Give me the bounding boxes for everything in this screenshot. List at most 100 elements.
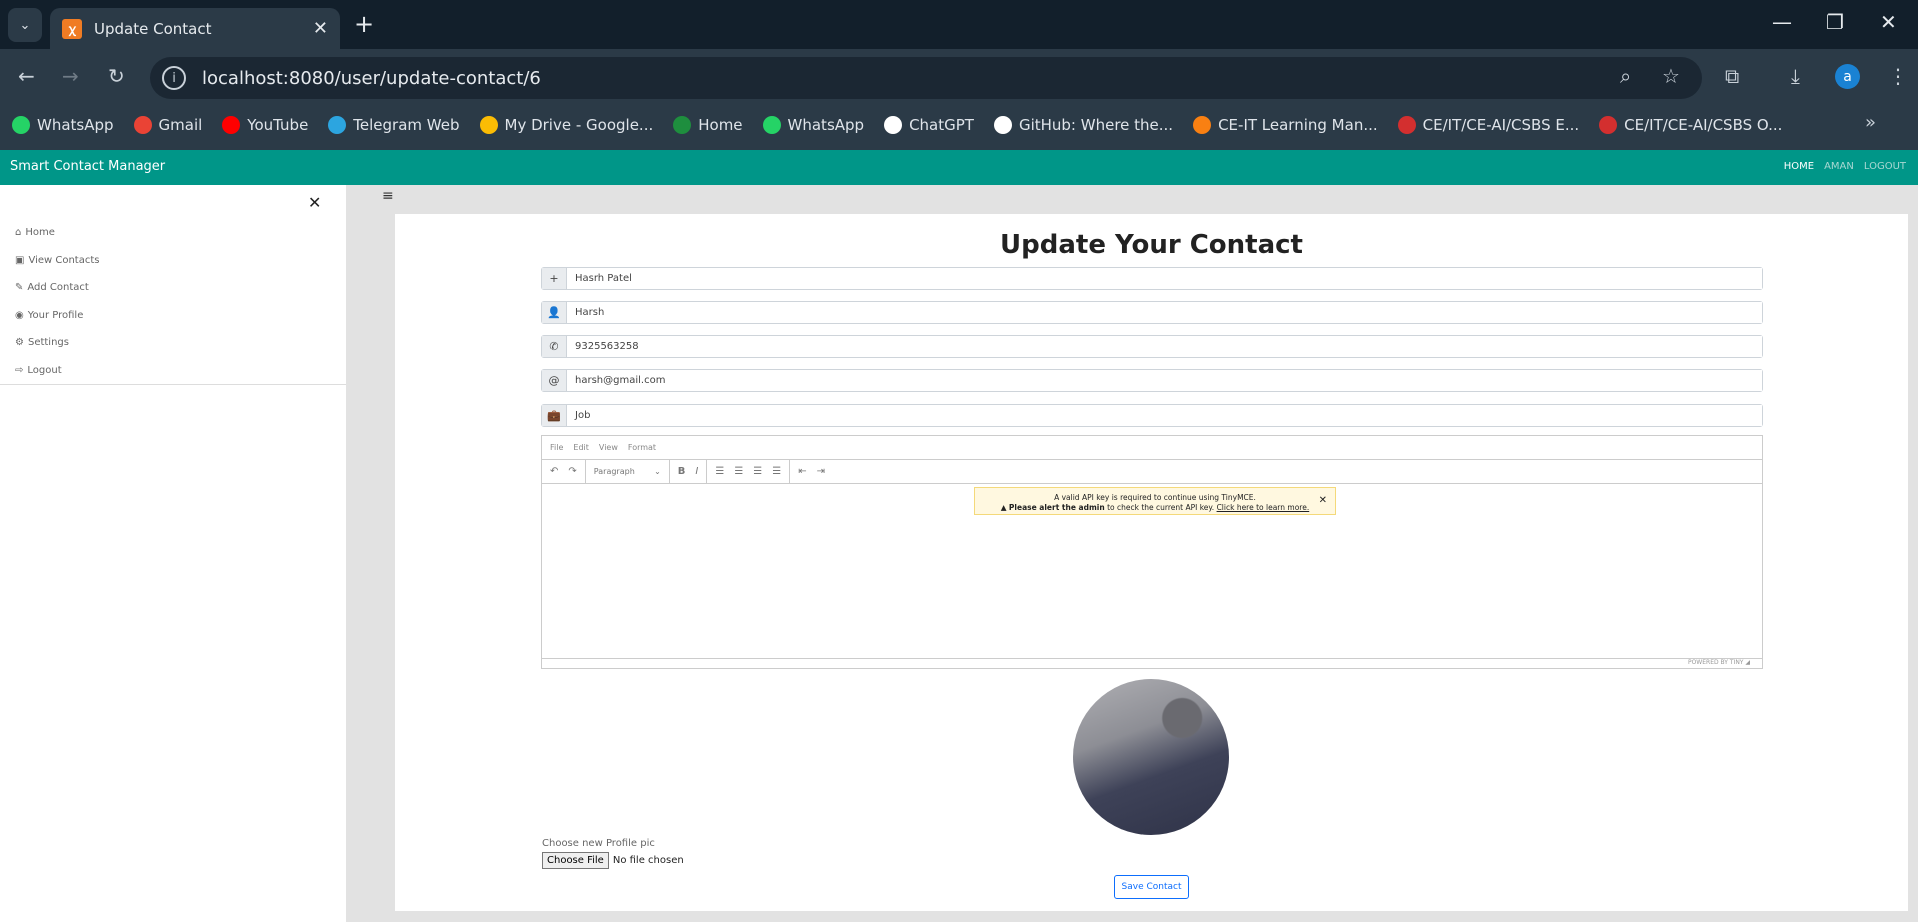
close-tab-icon[interactable]: ✕ (313, 18, 328, 39)
bookmark-item[interactable]: YouTube (222, 116, 308, 134)
browser-tab[interactable]: ꭓ Update Contact ✕ (50, 8, 340, 49)
bookmark-label: ChatGPT (909, 116, 974, 134)
more-bookmarks-icon[interactable]: » (1865, 112, 1876, 133)
menu-edit[interactable]: Edit (573, 443, 589, 452)
brand[interactable]: Smart Contact Manager (10, 159, 165, 174)
pencil-icon: ✎ (15, 282, 24, 294)
warning-icon: ▲ (1000, 503, 1009, 512)
sidebar-item-label: Home (25, 227, 55, 239)
bookmark-item[interactable]: Gmail (133, 116, 203, 134)
undo-icon[interactable]: ↶ (550, 466, 558, 477)
bookmark-favicon-icon (1397, 116, 1416, 134)
bookmark-favicon-icon (12, 116, 30, 134)
sidebar-item-your-profile[interactable]: ◉ Your Profile (0, 302, 346, 330)
input-group-work: 💼 Job (541, 404, 1763, 427)
profile-pic-file-input[interactable]: Choose File No file chosen (542, 852, 684, 869)
align-justify-icon[interactable]: ☰ (772, 466, 781, 477)
address-bar[interactable]: i localhost:8080/user/update-contact/6 (150, 57, 1702, 99)
bookmark-item[interactable]: WhatsApp (12, 116, 114, 134)
bookmark-favicon-icon (222, 116, 241, 134)
bookmark-favicon-icon (133, 116, 152, 134)
downloads-icon[interactable]: ⤓ (1791, 64, 1800, 88)
menu-kebab-icon[interactable]: ⋮ (1888, 64, 1908, 88)
bold-icon[interactable]: B (678, 466, 686, 477)
bookmark-label: GitHub: Where the... (1018, 116, 1174, 134)
bookmark-item[interactable]: GitHub: Where the... (993, 116, 1174, 134)
profile-picture (1073, 679, 1229, 835)
close-sidebar-icon[interactable]: ✕ (308, 193, 321, 212)
page-title: Update Your Contact (1000, 230, 1303, 260)
sign-out-icon: ⇨ (15, 364, 24, 376)
close-notice-icon[interactable]: ✕ (1319, 496, 1327, 506)
indent-icon[interactable]: ⇥ (817, 466, 825, 477)
align-center-icon[interactable]: ☰ (734, 466, 743, 477)
bookmarks-bar: WhatsApp Gmail YouTube Telegram Web My Drive… (12, 112, 1782, 138)
rich-text-editor[interactable]: File Edit View Format ↶ ↷ Paragraph ⌄ BI ☰… (541, 435, 1763, 669)
reload-button[interactable]: ↻ (108, 64, 125, 88)
outdent-icon[interactable]: ⇤ (798, 466, 806, 477)
powered-by-tiny[interactable]: POWERED BY TINY (1688, 659, 1744, 666)
sidebar-item-label: Your Profile (27, 309, 84, 321)
bookmark-label: CE/IT/CE-AI/CSBS E... (1422, 116, 1580, 134)
forward-button[interactable]: → (62, 64, 79, 88)
tab-search-button[interactable]: ⌄ (8, 8, 42, 42)
close-window-button[interactable]: ✕ (1880, 10, 1897, 34)
bookmark-item[interactable]: My Drive - Google... (479, 116, 653, 134)
work-input[interactable]: Job (567, 405, 1762, 426)
bookmark-item[interactable]: Home (673, 116, 743, 134)
sidebar-item-add-contact[interactable]: ✎ Add Contact (0, 274, 346, 302)
notice-mid: to check the current API key. (1104, 503, 1217, 512)
bookmark-label: CE/IT/CE-AI/CSBS O... (1624, 116, 1783, 134)
hamburger-icon[interactable]: ≡ (382, 188, 394, 204)
restore-button[interactable]: ❐ (1826, 10, 1844, 34)
minimize-button[interactable]: — (1772, 10, 1792, 34)
menu-format[interactable]: Format (628, 443, 656, 452)
save-contact-button[interactable]: Save Contact (1114, 875, 1189, 899)
bookmark-item[interactable]: Telegram Web (328, 116, 460, 134)
sidebar-item-label: Settings (27, 337, 69, 349)
choose-file-button[interactable]: Choose File (542, 852, 609, 869)
redo-icon[interactable]: ↷ (568, 466, 576, 477)
sidebar-item-home[interactable]: ⌂ Home (0, 219, 346, 247)
menu-file[interactable]: File (550, 443, 563, 452)
extensions-icon[interactable]: ⧉ (1725, 64, 1739, 88)
bookmark-item[interactable]: ChatGPT (884, 116, 974, 134)
bookmark-item[interactable]: CE/IT/CE-AI/CSBS E... (1397, 116, 1580, 134)
align-left-icon[interactable]: ☰ (715, 466, 724, 477)
bookmark-star-icon[interactable]: ☆ (1662, 64, 1680, 88)
bookmark-item[interactable]: CE/IT/CE-AI/CSBS O... (1599, 116, 1782, 134)
sidebar-menu: ⌂ Home ▣ View Contacts ✎ Add Contact ◉ Your Pro… (0, 219, 346, 384)
xampp-favicon-icon: ꭓ (62, 18, 82, 39)
back-button[interactable]: ← (18, 64, 35, 88)
learn-more-link[interactable]: Click here to learn more. (1217, 503, 1310, 512)
sidebar-item-settings[interactable]: ⚙ Settings (0, 329, 346, 357)
sidebar-item-logout[interactable]: ⇨ Logout (0, 357, 346, 385)
bookmark-favicon-icon (1599, 116, 1618, 134)
italic-icon[interactable]: I (695, 466, 698, 477)
sidebar-item-view-contacts[interactable]: ▣ View Contacts (0, 247, 346, 275)
name-input[interactable]: Hasrh Patel (567, 268, 1762, 289)
editor-menubar: File Edit View Format (542, 436, 1762, 460)
bookmark-item[interactable]: CE-IT Learning Man... (1193, 116, 1378, 134)
menu-view[interactable]: View (599, 443, 618, 452)
bookmark-label: CE-IT Learning Man... (1218, 116, 1378, 134)
block-format-select[interactable]: Paragraph ⌄ (586, 460, 670, 483)
bookmark-label: Gmail (158, 116, 203, 134)
api-key-notice: A valid API key is required to continue … (974, 487, 1336, 515)
zoom-icon[interactable]: ⌕ (1620, 64, 1631, 88)
bookmark-item[interactable]: WhatsApp (762, 116, 864, 134)
nav-home[interactable]: HOME (1784, 161, 1814, 172)
nav-user[interactable]: AMAN (1824, 161, 1854, 172)
nav-logout[interactable]: LOGOUT (1864, 161, 1906, 172)
sidebar: ✕ ⌂ Home ▣ View Contacts ✎ Add Contact ◉ Your P… (0, 185, 346, 922)
url-text: localhost:8080/user/update-contact/6 (202, 67, 541, 89)
editor-statusbar: POWERED BY TINY ◢ (542, 658, 1762, 668)
site-info-icon[interactable]: i (162, 66, 186, 90)
email-input[interactable]: harsh@gmail.com (567, 370, 1762, 391)
new-tab-button[interactable]: + (354, 10, 374, 38)
phone-input[interactable]: 9325563258 (567, 336, 1762, 357)
nickname-input[interactable]: Harsh (567, 302, 1762, 323)
profile-avatar[interactable]: a (1835, 64, 1860, 89)
briefcase-icon: 💼 (542, 405, 567, 426)
align-right-icon[interactable]: ☰ (753, 466, 762, 477)
